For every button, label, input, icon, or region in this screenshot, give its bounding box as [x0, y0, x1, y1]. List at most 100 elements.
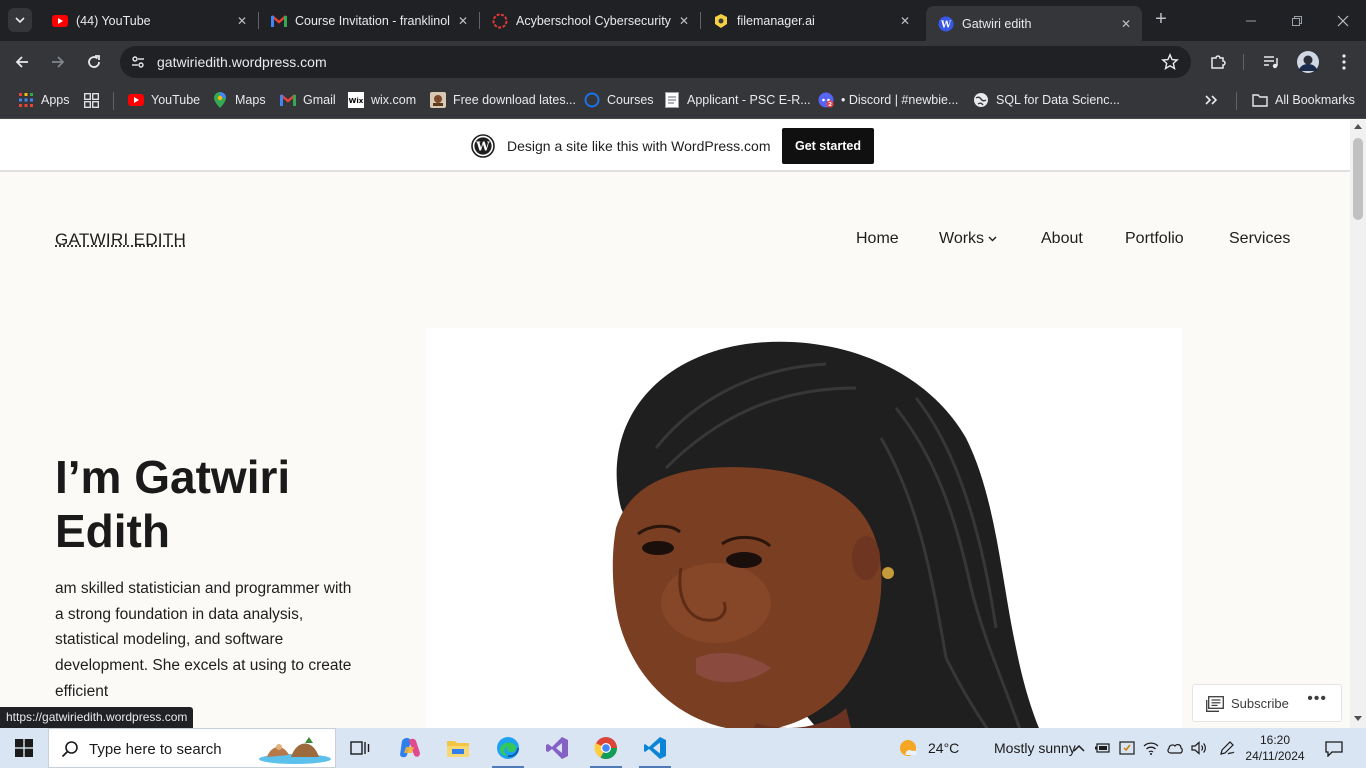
- volume-icon[interactable]: [1191, 740, 1207, 756]
- tab-gatwiri-edith[interactable]: W Gatwiri edith ✕: [926, 6, 1142, 41]
- vscode-button[interactable]: [631, 728, 679, 768]
- chevron-double-right-icon: [1205, 95, 1218, 105]
- bookmark-apps[interactable]: Apps: [18, 91, 70, 109]
- tab-youtube[interactable]: (44) YouTube ✕: [40, 6, 259, 35]
- bookmark-discord[interactable]: 2 • Discord | #newbie...: [818, 91, 958, 109]
- tab-title: (44) YouTube: [76, 13, 151, 28]
- address-bar[interactable]: gatwiriedith.wordpress.com: [120, 46, 1191, 78]
- tab-title: filemanager.ai: [737, 13, 815, 28]
- more-bookmarks-button[interactable]: [1204, 91, 1218, 109]
- discord-icon: 2: [818, 92, 834, 108]
- more-options-button[interactable]: •••: [1307, 690, 1327, 708]
- chrome-button[interactable]: [582, 728, 630, 768]
- nav-services[interactable]: Services: [1229, 230, 1290, 248]
- copilot-icon: [400, 738, 420, 758]
- wix-icon: Wix: [348, 92, 364, 108]
- media-controls-button[interactable]: [1258, 49, 1284, 75]
- onedrive-icon[interactable]: [1167, 740, 1183, 756]
- bookmark-sql[interactable]: SQL for Data Scienc...: [973, 91, 1120, 109]
- visual-studio-button[interactable]: [533, 728, 581, 768]
- close-icon[interactable]: ✕: [455, 13, 471, 29]
- close-icon[interactable]: ✕: [1118, 16, 1134, 32]
- notifications-button[interactable]: [1325, 740, 1343, 758]
- taskbar-search-box[interactable]: Type here to search: [48, 728, 336, 768]
- link-status-bubble: https://gatwiriedith.wordpress.com: [0, 707, 194, 728]
- tab-filemanager[interactable]: filemanager.ai ✕: [701, 6, 921, 35]
- notification-icon: [1325, 741, 1343, 757]
- bookmark-courses[interactable]: Courses: [584, 91, 654, 109]
- grid-icon: [83, 92, 99, 108]
- close-icon[interactable]: ✕: [897, 13, 913, 29]
- start-button[interactable]: [0, 728, 48, 768]
- tab-search-button[interactable]: [8, 8, 32, 32]
- folder-icon: [1252, 92, 1268, 108]
- browser-toolbar: gatwiriedith.wordpress.com: [0, 41, 1366, 82]
- clock-date: 24/11/2024: [1245, 749, 1305, 763]
- pen-workspace-icon[interactable]: [1219, 740, 1235, 756]
- nav-portfolio[interactable]: Portfolio: [1125, 230, 1184, 248]
- copilot-button[interactable]: [386, 728, 434, 768]
- puzzle-icon: [1211, 55, 1226, 69]
- bookmark-youtube[interactable]: YouTube: [128, 91, 200, 109]
- extensions-button[interactable]: [1205, 49, 1231, 75]
- page-scrollbar[interactable]: [1350, 120, 1366, 728]
- browser-menu-button[interactable]: [1331, 49, 1357, 75]
- gmail-icon: [271, 13, 287, 29]
- nav-about[interactable]: About: [1041, 230, 1083, 248]
- back-button[interactable]: [9, 49, 35, 75]
- bookmark-star-icon[interactable]: [1161, 53, 1179, 76]
- nav-works[interactable]: Works: [939, 230, 997, 248]
- close-icon[interactable]: ✕: [234, 13, 250, 29]
- more-vert-icon: [1342, 54, 1346, 70]
- security-center-icon[interactable]: [1119, 740, 1135, 756]
- arrow-left-icon: [15, 56, 28, 68]
- nav-home[interactable]: Home: [856, 230, 899, 248]
- tab-groups-button[interactable]: [83, 91, 106, 109]
- bookmark-gmail[interactable]: Gmail: [280, 91, 336, 109]
- system-clock[interactable]: 16:20 24/11/2024: [1240, 732, 1310, 764]
- bookmark-label: Maps: [235, 93, 266, 107]
- show-hidden-icons-button[interactable]: [1071, 740, 1087, 756]
- scroll-down-icon[interactable]: [1354, 716, 1362, 721]
- subscribe-bar: Subscribe •••: [1192, 684, 1342, 722]
- site-title[interactable]: GATWIRI EDITH: [55, 230, 186, 250]
- new-tab-button[interactable]: +: [1150, 9, 1172, 31]
- close-window-button[interactable]: [1320, 0, 1366, 41]
- minimize-button[interactable]: [1228, 0, 1274, 41]
- bookmark-label: Courses: [607, 93, 654, 107]
- get-started-button[interactable]: Get started: [782, 128, 874, 164]
- edge-button[interactable]: [484, 728, 532, 768]
- tab-acyberschool[interactable]: Acyberschool Cybersecurity ✕: [480, 6, 701, 35]
- wordpress-icon: W: [938, 16, 954, 32]
- bookmark-wix[interactable]: Wix wix.com: [348, 91, 416, 109]
- task-view-icon: [350, 741, 370, 755]
- task-view-button[interactable]: [336, 728, 384, 768]
- reload-button[interactable]: [81, 49, 107, 75]
- bookmark-free-download[interactable]: Free download lates...: [430, 91, 576, 109]
- restore-button[interactable]: [1274, 0, 1320, 41]
- scrollbar-thumb[interactable]: [1353, 138, 1363, 220]
- forward-button[interactable]: [45, 49, 71, 75]
- weather-temperature[interactable]: 24°C: [928, 740, 959, 756]
- weather-condition[interactable]: Mostly sunny: [994, 740, 1076, 756]
- profile-button[interactable]: [1295, 49, 1321, 75]
- url-text[interactable]: gatwiriedith.wordpress.com: [157, 54, 327, 70]
- close-icon[interactable]: ✕: [676, 13, 692, 29]
- clock-time: 16:20: [1259, 733, 1291, 747]
- bookmark-label: Free download lates...: [453, 93, 576, 107]
- wordpress-promo-banner: W Design a site like this with WordPress…: [0, 120, 1350, 172]
- hero-title: I’m Gatwiri Edith: [55, 451, 291, 557]
- battery-icon[interactable]: [1095, 740, 1111, 756]
- vscode-icon: [644, 737, 666, 759]
- tab-title: Gatwiri edith: [962, 16, 1032, 31]
- scroll-up-icon[interactable]: [1354, 124, 1362, 129]
- bookmark-maps[interactable]: Maps: [212, 91, 266, 109]
- tab-gmail[interactable]: Course Invitation - franklinol ✕: [259, 6, 480, 35]
- weather-icon[interactable]: [899, 738, 919, 758]
- site-info-icon[interactable]: [128, 52, 148, 72]
- all-bookmarks-button[interactable]: All Bookmarks: [1252, 91, 1355, 109]
- wifi-icon[interactable]: [1143, 740, 1159, 756]
- bookmark-psc[interactable]: Applicant - PSC E-R...: [664, 91, 811, 109]
- subscribe-button[interactable]: Subscribe: [1231, 696, 1289, 711]
- file-explorer-button[interactable]: [434, 728, 482, 768]
